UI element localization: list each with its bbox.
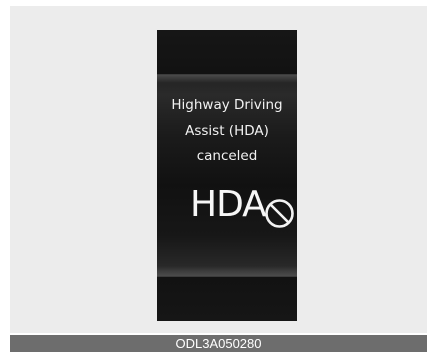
display-top-bar [157, 30, 297, 74]
message-line: Assist (HDA) [185, 123, 269, 139]
display-message-panel: Highway Driving Assist (HDA) canceled HD… [157, 74, 297, 277]
figure-frame: Highway Driving Assist (HDA) canceled HD… [10, 6, 427, 333]
display-bottom-bar [157, 277, 297, 321]
message-line: canceled [196, 148, 258, 164]
figure-caption-bar: ODL3A050280 [10, 335, 427, 352]
message-line: Highway Driving [171, 97, 283, 113]
hda-indicator: HDA [190, 185, 297, 229]
instrument-cluster-display: Highway Driving Assist (HDA) canceled HD… [157, 30, 297, 321]
hda-indicator-label: HDA [190, 184, 267, 225]
cancel-icon [265, 199, 294, 228]
figure-caption: ODL3A050280 [175, 336, 262, 351]
